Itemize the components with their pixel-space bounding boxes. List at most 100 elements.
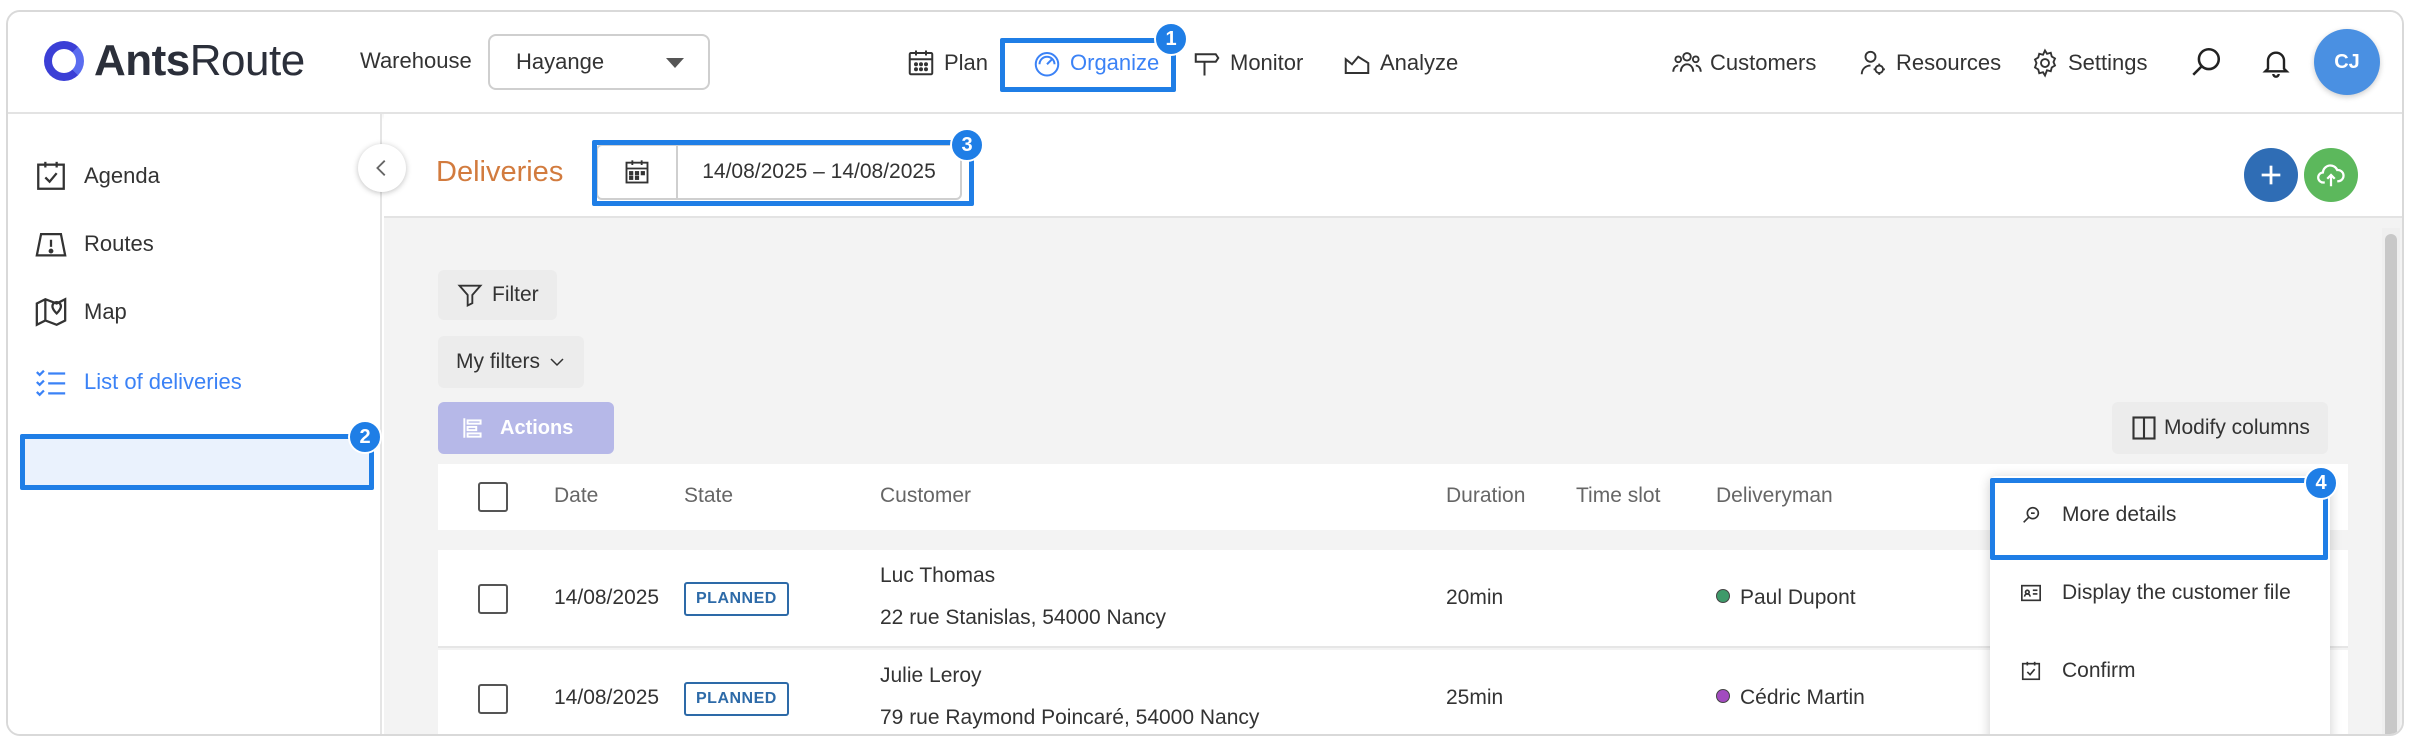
actions-button-label: Actions xyxy=(500,416,574,439)
highlight-organize xyxy=(1000,38,1176,92)
column-header-date[interactable]: Date xyxy=(554,484,598,508)
sidebar-item-label: Routes xyxy=(84,231,154,256)
row-deliveryman-name: Paul Dupont xyxy=(1740,586,1856,609)
deliveryman-color-dot xyxy=(1716,589,1730,604)
column-header-time-slot[interactable]: Time slot xyxy=(1576,484,1660,508)
row-deliveryman: Paul Dupont xyxy=(1716,586,1856,610)
scrollbar-thumb[interactable] xyxy=(2385,234,2397,734)
step-badge-2: 2 xyxy=(348,420,382,454)
nav-settings[interactable]: Settings xyxy=(2030,38,2148,88)
row-checkbox[interactable] xyxy=(478,584,508,614)
top-bar: AntsRoute Warehouse Hayange Plan Organiz… xyxy=(8,12,2402,114)
collapse-sidebar-button[interactable] xyxy=(358,144,406,192)
import-button[interactable] xyxy=(2304,148,2358,202)
page-title: Deliveries xyxy=(436,156,564,188)
sidebar-item-agenda[interactable]: Agenda xyxy=(34,154,160,198)
row-duration: 25min xyxy=(1446,686,1504,709)
column-header-state[interactable]: State xyxy=(684,484,733,508)
add-delivery-button[interactable] xyxy=(2244,148,2298,202)
nav-settings-label: Settings xyxy=(2068,50,2148,75)
nav-customers-label: Customers xyxy=(1710,50,1817,75)
nav-monitor[interactable]: Monitor xyxy=(1192,38,1303,88)
status-badge: PLANNED xyxy=(684,582,789,616)
checklist-icon xyxy=(36,369,66,397)
warehouse-selected-value: Hayange xyxy=(516,49,605,74)
nav-resources-label: Resources xyxy=(1896,50,2002,75)
sidebar-item-label: List of deliveries xyxy=(84,369,242,394)
user-avatar[interactable]: CJ xyxy=(2314,29,2380,95)
warehouse-label: Warehouse xyxy=(360,48,472,73)
modify-columns-button[interactable]: Modify columns xyxy=(2112,402,2328,454)
row-duration: 20min xyxy=(1446,586,1504,609)
nav-plan[interactable]: Plan xyxy=(906,38,988,88)
column-header-duration[interactable]: Duration xyxy=(1446,484,1525,508)
step-badge-1: 1 xyxy=(1154,22,1188,56)
sidebar: Agenda Routes Map List of deliveries 2 xyxy=(8,114,382,734)
chevron-down-icon xyxy=(550,358,564,367)
select-all-checkbox[interactable] xyxy=(478,482,508,512)
search-icon[interactable] xyxy=(2188,44,2224,80)
row-date: 14/08/2025 xyxy=(554,586,660,609)
row-checkbox[interactable] xyxy=(478,684,508,714)
row-customer-address: 79 rue Raymond Poincaré, 54000 Nancy xyxy=(880,706,1260,729)
row-customer-name: Luc Thomas xyxy=(880,564,996,587)
modify-columns-label: Modify columns xyxy=(2164,416,2310,439)
columns-icon xyxy=(2132,416,2156,440)
plus-icon xyxy=(2261,165,2281,185)
column-header-customer[interactable]: Customer xyxy=(880,484,971,508)
highlight-more-details xyxy=(1990,478,2328,560)
nav-customers[interactable]: Customers xyxy=(1672,38,1816,88)
row-deliveryman: Cédric Martin xyxy=(1716,686,1865,710)
app-window: AntsRoute Warehouse Hayange Plan Organiz… xyxy=(6,10,2404,736)
menu-item-confirm[interactable]: Confirm xyxy=(1990,632,2330,710)
highlight-list-of-deliveries xyxy=(20,434,374,490)
bell-icon[interactable] xyxy=(2258,44,2294,80)
user-gear-icon xyxy=(1860,50,1885,75)
cloud-upload-icon xyxy=(2317,164,2345,187)
logo-mark-icon xyxy=(44,41,84,81)
sidebar-item-label: Map xyxy=(84,299,127,324)
row-customer-name: Julie Leroy xyxy=(880,664,982,687)
calendar-check-icon xyxy=(37,161,65,190)
users-icon xyxy=(1672,52,1702,72)
status-badge: PLANNED xyxy=(684,682,789,716)
nav-monitor-label: Monitor xyxy=(1230,50,1304,75)
id-card-icon xyxy=(2021,584,2041,602)
sidebar-item-routes[interactable]: Routes xyxy=(34,222,154,266)
sidebar-item-label: Agenda xyxy=(84,163,160,188)
antsroute-logo[interactable]: AntsRoute xyxy=(44,36,305,86)
row-deliveryman-name: Cédric Martin xyxy=(1740,686,1865,709)
my-filters-label: My filters xyxy=(456,350,540,373)
nav-analyze[interactable]: Analyze xyxy=(1342,38,1458,88)
chevron-left-icon xyxy=(376,160,386,176)
menu-item-label: Confirm xyxy=(2062,659,2136,682)
nav-resources[interactable]: Resources xyxy=(1858,38,2001,88)
filter-button[interactable]: Filter xyxy=(438,270,557,320)
chevron-down-icon xyxy=(666,58,684,68)
gear-icon xyxy=(2033,48,2057,78)
step-badge-3: 3 xyxy=(950,128,984,162)
menu-item-display-customer-file[interactable]: Display the customer file xyxy=(1990,554,2330,632)
sidebar-item-map[interactable]: Map xyxy=(34,290,127,334)
actions-button[interactable]: Actions xyxy=(438,402,614,454)
my-filters-dropdown[interactable]: My filters xyxy=(438,336,584,388)
sidebar-item-list-of-deliveries[interactable]: List of deliveries xyxy=(34,360,242,404)
map-pin-icon xyxy=(35,297,67,327)
highlight-date-range xyxy=(592,140,974,206)
deliveryman-color-dot xyxy=(1716,689,1730,704)
warehouse-select[interactable]: Hayange xyxy=(488,34,710,90)
funnel-icon xyxy=(457,284,483,308)
row-date: 14/08/2025 xyxy=(554,686,660,709)
row-customer-address: 22 rue Stanislas, 54000 Nancy xyxy=(880,606,1167,629)
map-warning-icon xyxy=(35,232,67,257)
logo-text-regular: Route xyxy=(189,36,305,85)
column-header-deliveryman[interactable]: Deliveryman xyxy=(1716,484,1833,508)
logo-text-bold: Ants xyxy=(94,36,190,85)
menu-item-label: Display the customer file xyxy=(2062,581,2291,604)
calendar-confirm-icon xyxy=(2021,661,2041,681)
step-badge-4: 4 xyxy=(2304,466,2338,500)
calendar-icon xyxy=(908,50,934,76)
filter-button-label: Filter xyxy=(492,283,539,306)
signpost-icon xyxy=(1194,53,1220,76)
nav-analyze-label: Analyze xyxy=(1380,50,1459,75)
